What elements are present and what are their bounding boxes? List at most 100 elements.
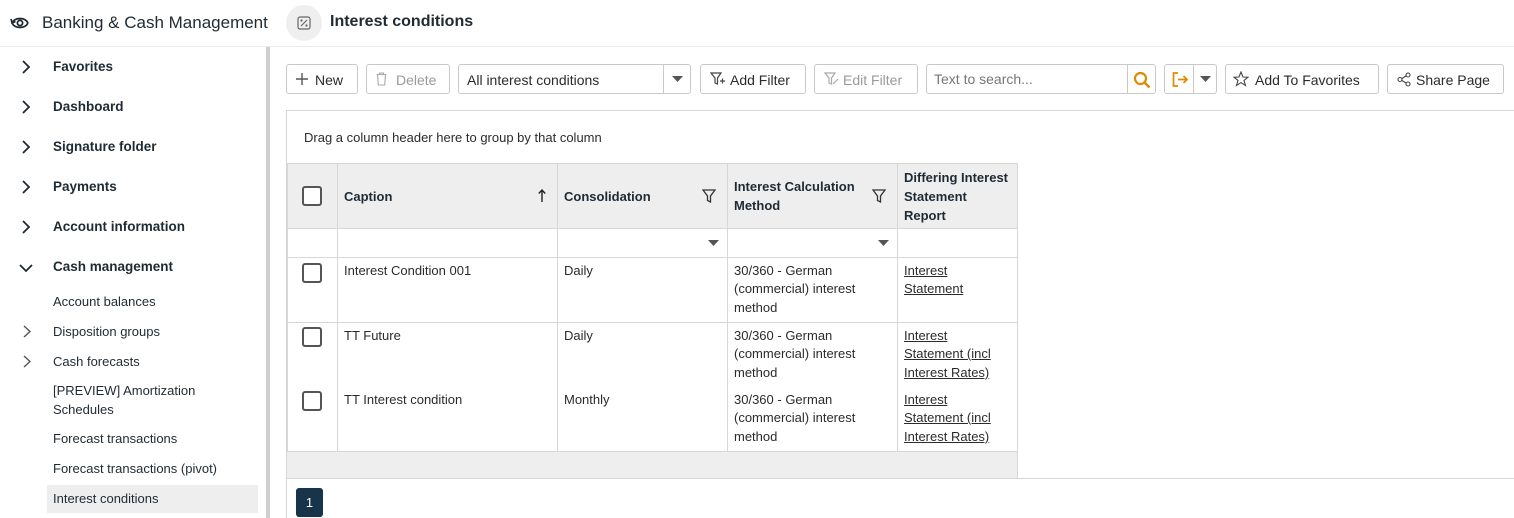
caret-down-icon[interactable] — [672, 76, 683, 83]
percent-doc-icon — [297, 16, 311, 30]
search-input[interactable] — [928, 66, 1126, 92]
grid-header-row: Caption Consolidation Interest Calculati… — [287, 163, 1018, 229]
sidebar-item-signature-folder[interactable]: Signature folder — [0, 127, 266, 167]
pager-page-button[interactable]: 1 — [296, 488, 323, 517]
sidebar-item-account-information[interactable]: Account information — [0, 207, 266, 247]
sidebar-item-label: Payments — [53, 179, 117, 194]
column-divider — [897, 163, 898, 452]
table-row[interactable]: TT Future Daily 30/360 - German (commerc… — [287, 323, 1018, 388]
row-checkbox[interactable] — [302, 263, 322, 283]
plus-icon — [296, 73, 308, 85]
chevron-right-icon — [22, 180, 31, 194]
filter-add-icon — [710, 72, 725, 85]
sidebar-item-cash-management[interactable]: Cash management — [0, 247, 266, 287]
search-box — [926, 64, 1156, 94]
share-icon — [1397, 72, 1411, 87]
column-header-consolidation[interactable]: Consolidation — [564, 187, 651, 206]
share-page-label: Share Page — [1416, 72, 1490, 88]
row-checkbox[interactable] — [302, 327, 322, 347]
add-filter-button[interactable]: Add Filter — [700, 64, 806, 94]
sidebar-subitem-cash-forecasts[interactable]: Cash forecasts — [0, 352, 266, 372]
sidebar-subitem-label: [PREVIEW] Amortization Schedules — [53, 383, 196, 417]
sidebar-subitem-label: Forecast transactions — [53, 431, 178, 446]
sidebar-subitem-label: Account balances — [53, 294, 156, 309]
report-link[interactable]: Interest — [904, 391, 947, 410]
app-title[interactable]: Banking & Cash Management — [42, 13, 268, 33]
sidebar-subitem-forecast-transactions[interactable]: Forecast transactions — [0, 429, 266, 449]
sidebar-subitem-amortization-schedules[interactable]: [PREVIEW] Amortization Schedules — [0, 381, 266, 421]
add-to-favorites-button[interactable]: Add To Favorites — [1225, 64, 1379, 94]
row-checkbox[interactable] — [302, 391, 322, 411]
app-header: Banking & Cash Management Interest condi… — [0, 0, 1514, 47]
sidebar-subitem-interest-conditions[interactable]: Interest conditions — [0, 485, 266, 513]
sidebar-item-label: Cash management — [53, 259, 174, 274]
delete-button[interactable]: Delete — [366, 64, 450, 94]
add-filter-label: Add Filter — [730, 72, 790, 88]
delete-button-label: Delete — [396, 72, 437, 88]
filter-icon[interactable] — [702, 189, 716, 203]
column-header-method-2[interactable]: Method — [734, 196, 780, 215]
chevron-right-icon — [23, 325, 32, 338]
table-row[interactable]: TT Interest condition Monthly 30/360 - G… — [287, 387, 1018, 452]
sidebar-item-payments[interactable]: Payments — [0, 167, 266, 207]
sidebar-item-dashboard[interactable]: Dashboard — [0, 87, 266, 127]
view-select[interactable]: All interest conditions — [458, 64, 691, 94]
sort-ascending-icon[interactable] — [538, 189, 546, 203]
chevron-right-icon — [22, 140, 31, 154]
select-all-checkbox[interactable] — [302, 186, 322, 206]
report-link[interactable]: Interest Rates) — [904, 364, 989, 383]
column-header-method-1[interactable]: Interest Calculation — [734, 177, 855, 196]
caret-down-icon[interactable] — [1200, 76, 1211, 83]
group-by-panel[interactable]: Drag a column header here to group by th… — [304, 130, 602, 145]
sidebar-subitem-label: Cash forecasts — [53, 354, 140, 369]
sidebar-subitem-label: Interest conditions — [53, 491, 159, 506]
caret-down-icon[interactable] — [878, 240, 889, 247]
grid-footer — [287, 452, 1018, 478]
sidebar-subitem-disposition-groups[interactable]: Disposition groups — [0, 322, 266, 342]
search-icon[interactable] — [1133, 71, 1151, 89]
report-link[interactable]: Statement (incl — [904, 409, 991, 428]
table-row[interactable]: Interest Condition 001 Daily 30/360 - Ge… — [287, 258, 1018, 323]
caret-down-icon[interactable] — [708, 240, 719, 247]
trash-icon — [376, 72, 387, 86]
edit-filter-button[interactable]: Edit Filter — [814, 64, 918, 94]
chevron-right-icon — [22, 100, 31, 114]
report-link[interactable]: Interest Rates) — [904, 428, 989, 447]
cell-consolidation: Daily — [564, 263, 593, 278]
cell-method-line: method — [734, 429, 778, 444]
grid-border — [287, 163, 288, 452]
column-divider — [1017, 163, 1018, 452]
new-button[interactable]: New — [286, 64, 358, 94]
eye-sync-icon[interactable] — [10, 14, 30, 32]
sidebar-item-favorites[interactable]: Favorites — [0, 47, 266, 87]
filter-icon[interactable] — [872, 189, 886, 203]
chevron-right-icon — [23, 355, 32, 368]
report-link[interactable]: Interest — [904, 262, 947, 281]
share-page-button[interactable]: Share Page — [1387, 64, 1504, 94]
cell-method-line: 30/360 - German — [734, 263, 833, 278]
chevron-right-icon — [22, 60, 31, 74]
report-link[interactable]: Statement — [904, 280, 963, 299]
column-header-report-1[interactable]: Differing Interest — [904, 168, 1008, 187]
chevron-down-icon — [19, 264, 33, 273]
column-divider — [557, 163, 558, 452]
sidebar-subitem-account-balances[interactable]: Account balances — [0, 292, 266, 312]
pager-divider — [287, 478, 1514, 479]
column-header-caption[interactable]: Caption — [344, 187, 392, 206]
export-button[interactable] — [1164, 64, 1217, 94]
export-icon — [1172, 72, 1189, 87]
cell-method-line: method — [734, 365, 778, 380]
page-icon — [286, 5, 322, 41]
report-link[interactable]: Statement (incl — [904, 345, 991, 364]
column-header-report-3[interactable]: Report — [904, 206, 946, 225]
column-header-report-2[interactable]: Statement — [904, 187, 967, 206]
cell-method-line: (commercial) interest — [734, 410, 856, 425]
sidebar-resize-handle[interactable] — [266, 47, 270, 518]
sidebar-subitem-forecast-transactions-pivot[interactable]: Forecast transactions (pivot) — [0, 459, 266, 479]
cell-method-line: (commercial) interest — [734, 346, 856, 361]
report-link[interactable]: Interest — [904, 327, 947, 346]
new-button-label: New — [315, 72, 344, 88]
cell-consolidation: Daily — [564, 328, 593, 343]
add-to-favorites-label: Add To Favorites — [1255, 72, 1360, 88]
cell-method-line: (commercial) interest — [734, 281, 856, 296]
